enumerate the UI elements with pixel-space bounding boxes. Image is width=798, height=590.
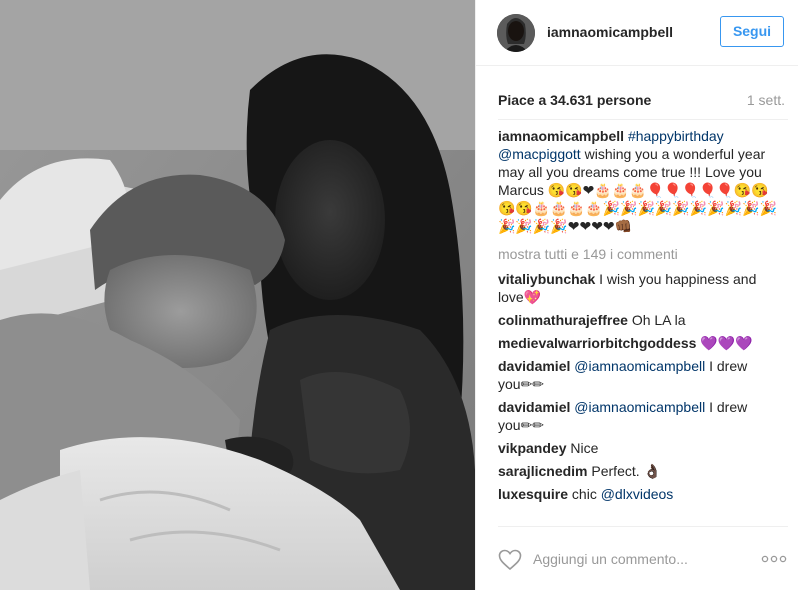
comments-list: iamnaomicampbell #happybirthday @macpigg…: [498, 127, 780, 524]
comment-text: Perfect. 👌🏿: [591, 463, 661, 479]
comment-item: sarajlicnedim Perfect. 👌🏿: [498, 462, 780, 480]
comment-text: Nice: [570, 440, 599, 456]
divider: [498, 119, 788, 120]
caption-mention[interactable]: @macpiggott: [498, 146, 581, 162]
post-header: iamnaomicampbell Segui: [476, 0, 798, 66]
comment-username[interactable]: davidamiel: [498, 358, 570, 374]
divider: [498, 526, 788, 527]
comment-username[interactable]: davidamiel: [498, 399, 570, 415]
comment-item: davidamiel @iamnaomicampbell I drew you✏…: [498, 398, 780, 434]
show-all-comments-link[interactable]: mostra tutti e 149 i commenti: [498, 245, 780, 263]
post-photo-image: [0, 0, 475, 590]
add-comment-input[interactable]: Aggiungi un commento...: [533, 551, 688, 567]
instagram-post-modal: iamnaomicampbell Segui Piace a 34.631 pe…: [0, 0, 798, 590]
caption: iamnaomicampbell #happybirthday @macpigg…: [498, 127, 780, 235]
caption-username[interactable]: iamnaomicampbell: [498, 128, 624, 144]
comment-item: vikpandey Nice: [498, 439, 780, 457]
follow-button[interactable]: Segui: [720, 16, 784, 47]
caption-hashtag[interactable]: #happybirthday: [628, 128, 724, 144]
comment-mention[interactable]: @dlxvideos: [601, 486, 674, 502]
post-photo[interactable]: [0, 0, 475, 590]
comment-item: luxesquire chic @dlxvideos: [498, 485, 780, 503]
comment-item: vitaliybunchak I wish you happiness and …: [498, 270, 780, 306]
comment-text: chic: [571, 486, 597, 502]
comment-username[interactable]: medievalwarriorbitchgoddess: [498, 335, 696, 351]
more-options-icon[interactable]: [761, 552, 787, 566]
comment-mention[interactable]: @iamnaomicampbell: [574, 399, 705, 415]
comment-item: colinmathurajeffree Oh LA la: [498, 311, 780, 329]
post-side-panel: iamnaomicampbell Segui Piace a 34.631 pe…: [475, 0, 798, 590]
comment-username[interactable]: vitaliybunchak: [498, 271, 595, 287]
comment-text: Oh LA la: [631, 312, 686, 328]
comment-mention[interactable]: @iamnaomicampbell: [574, 358, 705, 374]
comment-item: medievalwarriorbitchgoddess 💜💜💜: [498, 334, 780, 352]
comment-username[interactable]: sarajlicnedim: [498, 463, 588, 479]
comment-text: 💜💜💜: [700, 335, 753, 351]
comment-bar: Aggiungi un commento...: [476, 530, 798, 590]
comment-item: davidamiel @iamnaomicampbell I drew you✏…: [498, 357, 780, 393]
post-username[interactable]: iamnaomicampbell: [547, 24, 673, 40]
heart-icon[interactable]: [498, 549, 522, 571]
post-timestamp[interactable]: 1 sett.: [747, 92, 785, 108]
comment-username[interactable]: luxesquire: [498, 486, 568, 502]
likes-count[interactable]: Piace a 34.631 persone: [498, 92, 651, 108]
comment-username[interactable]: colinmathurajeffree: [498, 312, 628, 328]
likes-row: Piace a 34.631 persone 1 sett.: [498, 92, 788, 110]
avatar[interactable]: [497, 14, 535, 52]
avatar-image: [497, 14, 535, 52]
comment-username[interactable]: vikpandey: [498, 440, 566, 456]
